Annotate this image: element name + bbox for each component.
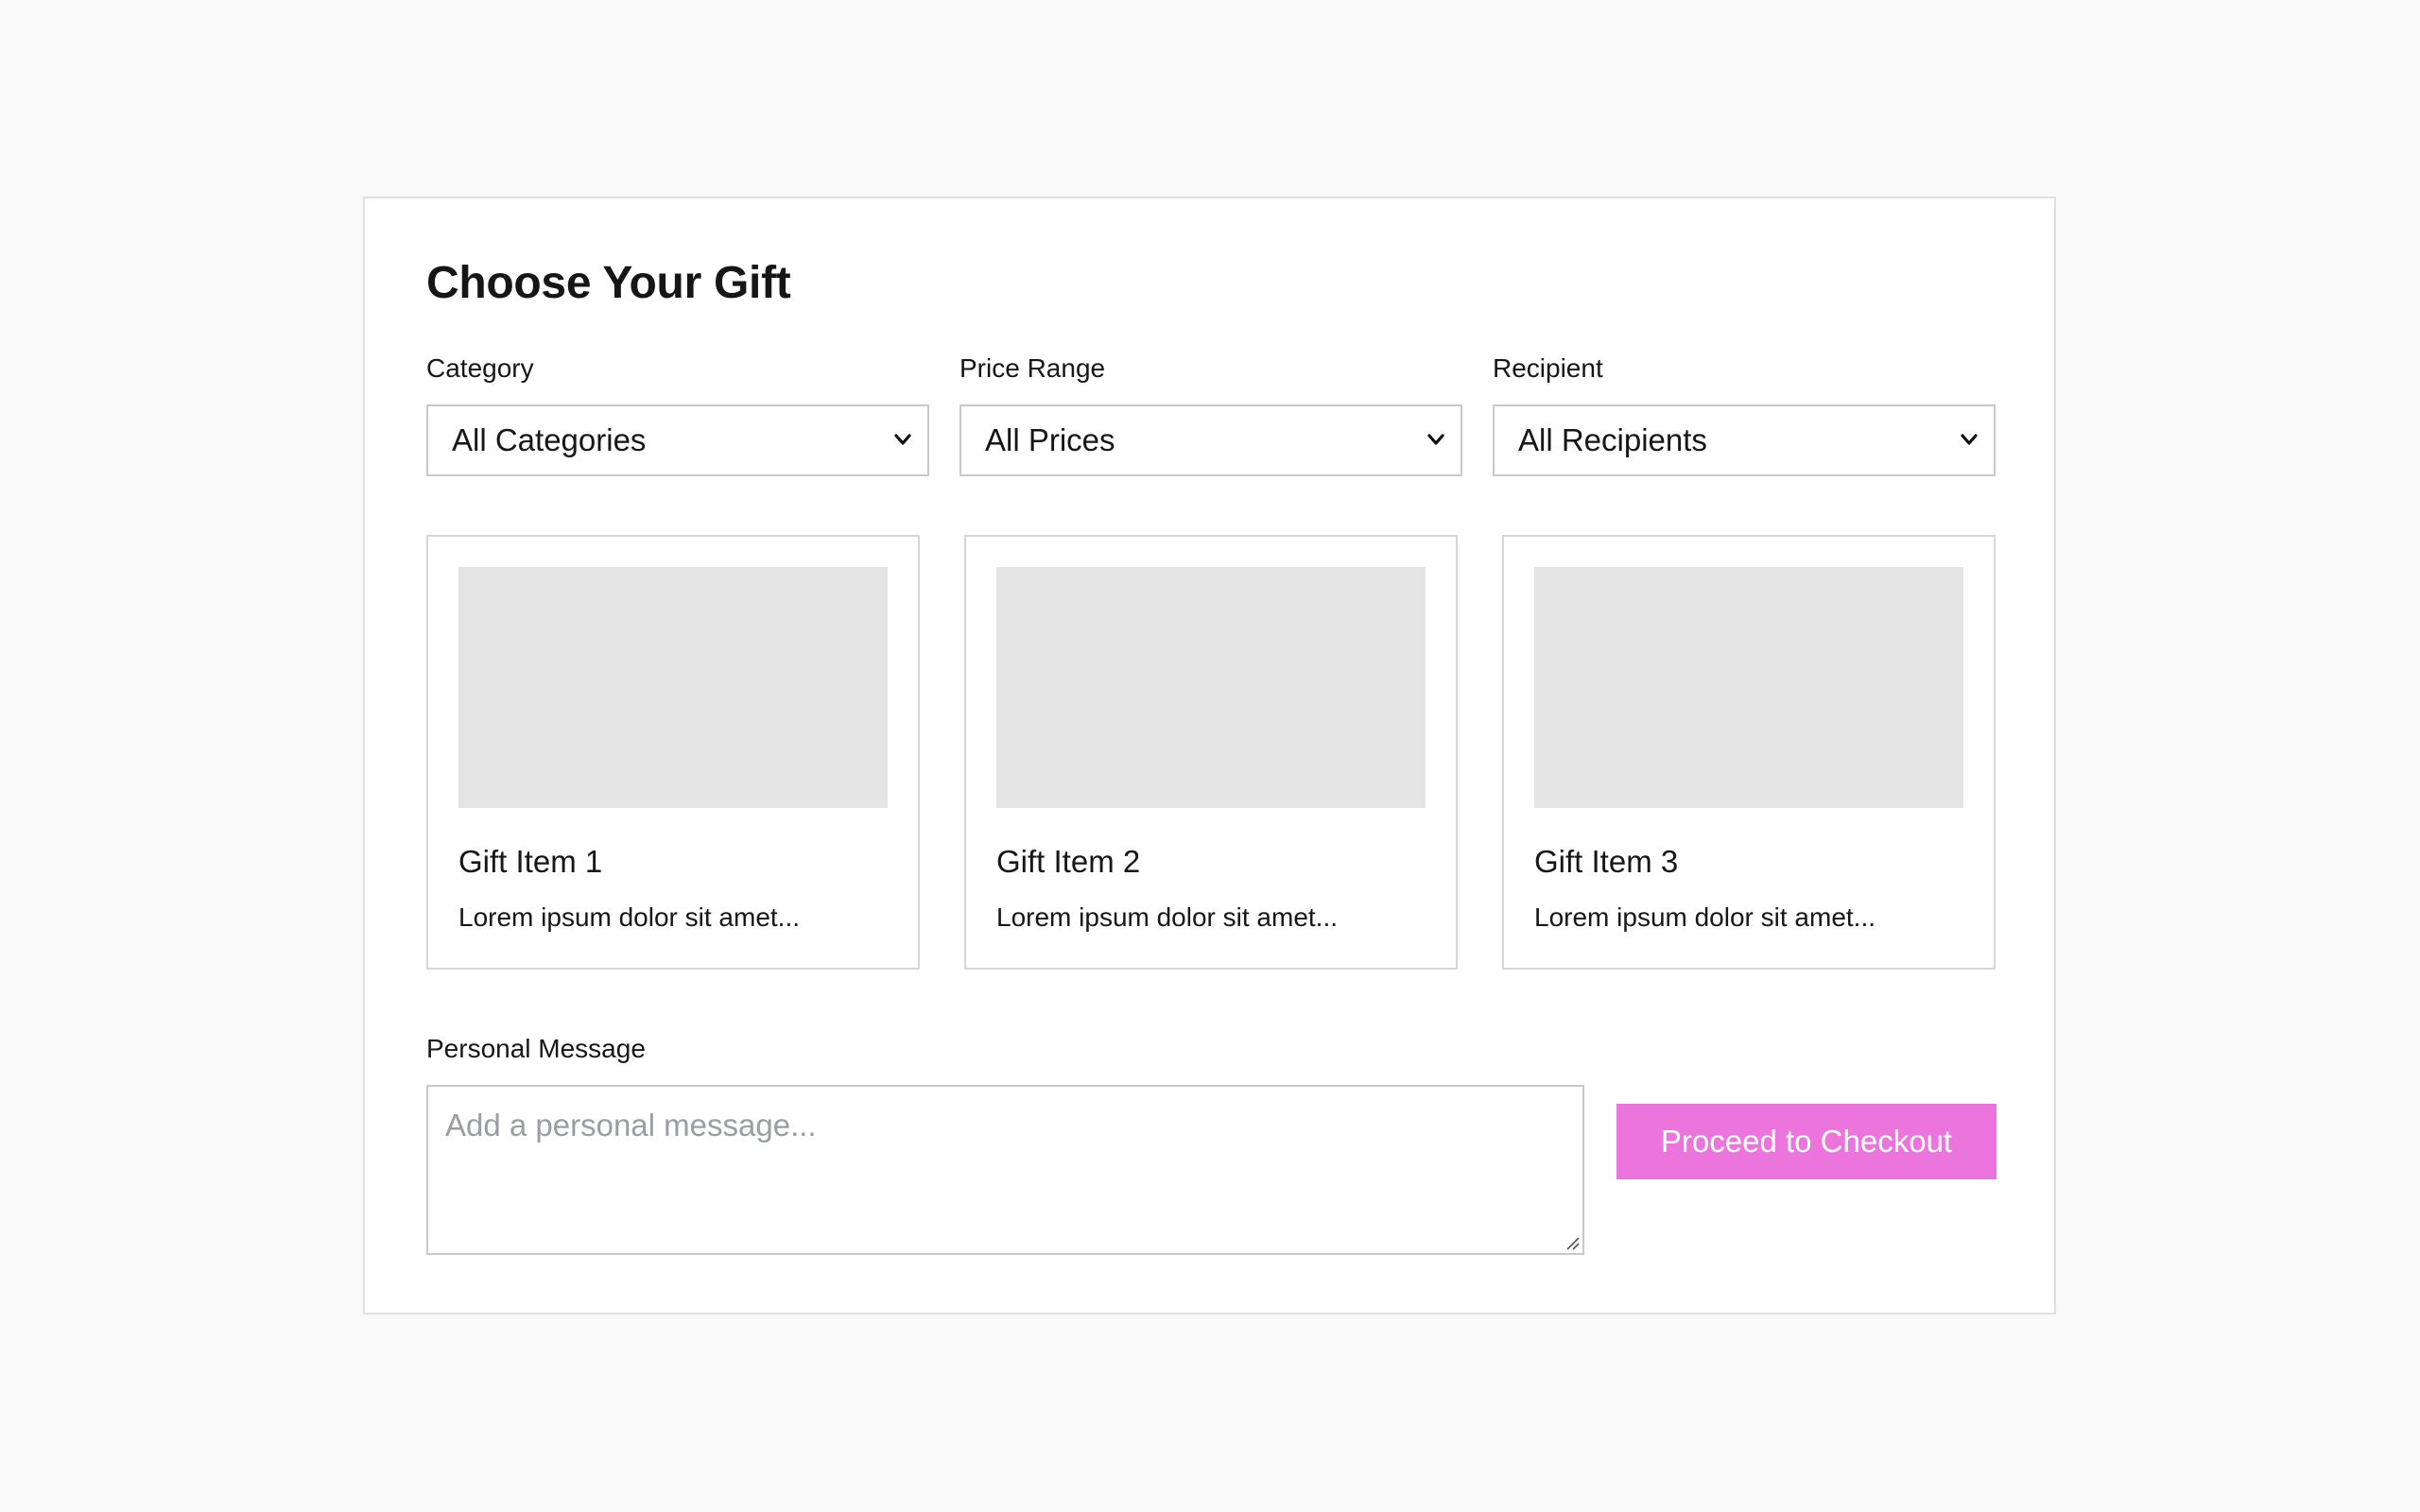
category-select-value: All Categories: [452, 422, 647, 457]
personal-message-label: Personal Message: [426, 1034, 646, 1063]
recipient-select[interactable]: All Recipients: [1493, 404, 1996, 476]
recipient-label: Recipient: [1493, 353, 1603, 383]
personal-message-placeholder: Add a personal message...: [445, 1108, 817, 1143]
price-range-label: Price Range: [959, 353, 1106, 383]
gift-card[interactable]: Gift Item 2 Lorem ipsum dolor sit amet..…: [964, 535, 1458, 970]
gift-name: Gift Item 3: [1534, 844, 1679, 879]
resize-handle-icon[interactable]: [1564, 1235, 1580, 1250]
chevron-down-icon: [894, 434, 911, 445]
recipient-select-value: All Recipients: [1518, 422, 1707, 457]
gift-description: Lorem ipsum dolor sit amet...: [996, 902, 1339, 932]
category-label: Category: [426, 353, 534, 383]
proceed-to-checkout-button[interactable]: Proceed to Checkout: [1616, 1104, 1996, 1179]
gift-card[interactable]: Gift Item 3 Lorem ipsum dolor sit amet..…: [1502, 535, 1996, 970]
price-range-select-value: All Prices: [985, 422, 1115, 457]
gift-description: Lorem ipsum dolor sit amet...: [458, 902, 801, 932]
gift-selection-panel: Choose Your Gift Category All Categories…: [363, 197, 2056, 1314]
chevron-down-icon: [1961, 434, 1978, 445]
gift-description: Lorem ipsum dolor sit amet...: [1534, 902, 1876, 932]
gift-image-placeholder: [996, 567, 1426, 808]
personal-message-textarea[interactable]: Add a personal message...: [426, 1085, 1584, 1255]
gift-image-placeholder: [458, 567, 888, 808]
gift-name: Gift Item 1: [458, 844, 603, 879]
gift-card[interactable]: Gift Item 1 Lorem ipsum dolor sit amet..…: [426, 535, 920, 970]
page-title: Choose Your Gift: [426, 258, 791, 308]
chevron-down-icon: [1427, 434, 1444, 445]
price-range-select[interactable]: All Prices: [959, 404, 1462, 476]
gift-image-placeholder: [1534, 567, 1963, 808]
category-select[interactable]: All Categories: [426, 404, 929, 476]
gift-name: Gift Item 2: [996, 844, 1141, 879]
